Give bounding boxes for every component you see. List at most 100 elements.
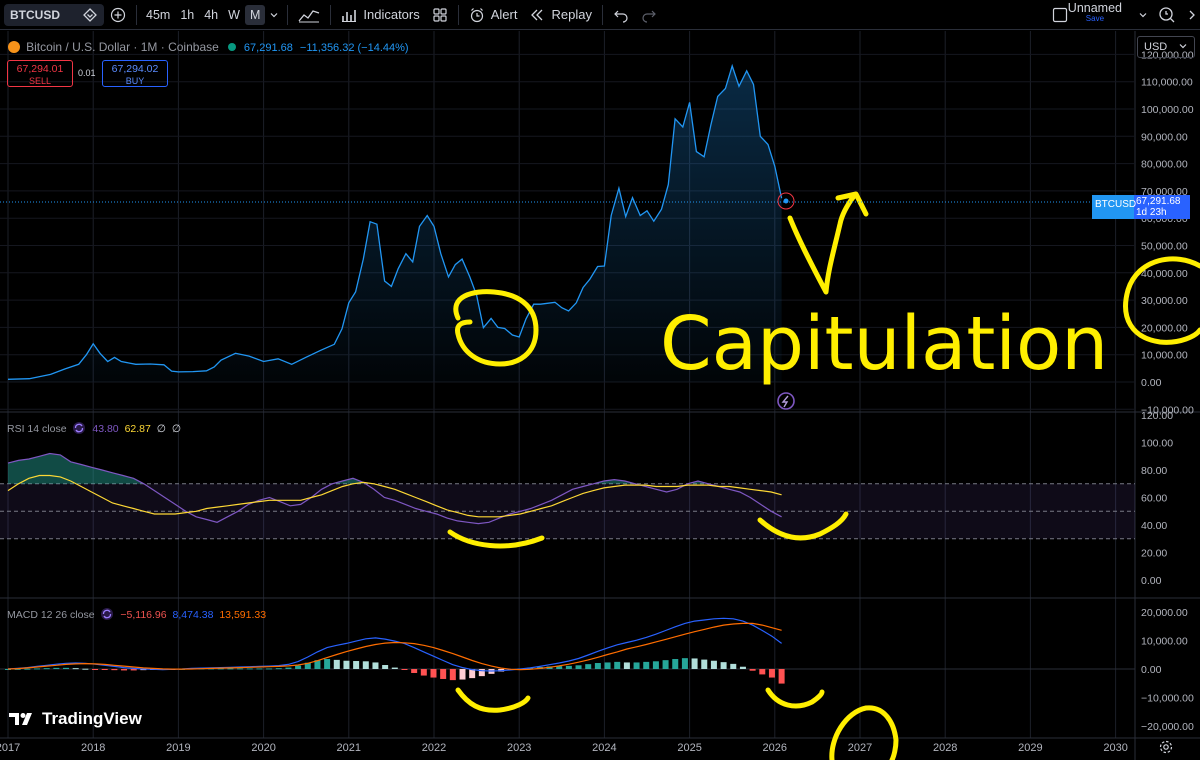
sell-button[interactable]: 67,294.01 SELL (7, 60, 73, 87)
price-axis-label: 100,000.00 (1141, 104, 1194, 116)
rsi-ma-value: 62.87 (124, 423, 151, 435)
chart-type-button[interactable] (292, 0, 326, 30)
macd-histogram-bar (633, 662, 640, 669)
annotation-marks (447, 191, 1200, 760)
macd-histogram-bar (362, 661, 369, 669)
layout-menu-button[interactable] (1132, 0, 1154, 30)
price-axis-label: 90,000.00 (1141, 131, 1188, 143)
tradingview-logo-icon (9, 713, 32, 725)
macd-histogram-bar (720, 662, 727, 669)
replay-label: Replay (551, 7, 592, 22)
rsi-pane[interactable] (0, 452, 1135, 540)
replay-button[interactable]: Replay (523, 0, 597, 30)
macd-histogram-bar (710, 660, 717, 669)
quick-search-button[interactable] (1152, 0, 1182, 30)
time-axis-label: 2017 (0, 742, 20, 754)
compare-button[interactable] (104, 0, 132, 30)
macd-histogram-bar (778, 669, 785, 684)
time-axis-label: 2022 (422, 742, 446, 754)
price-tag-countdown: 1d 23h (1136, 207, 1167, 218)
timeframe-1h[interactable]: 1h (175, 8, 199, 22)
annotation-curve-macd-2 (765, 687, 825, 709)
indicators-button[interactable]: Indicators (335, 0, 425, 30)
symbol-options-icon[interactable] (82, 7, 98, 23)
chevron-down-icon (1179, 44, 1187, 49)
rsi-overbought-fill (8, 453, 782, 484)
more-button[interactable] (1182, 0, 1200, 30)
area-chart-icon (298, 9, 320, 22)
layout-name: Unnamed (1067, 1, 1122, 15)
rsi-axis-label: 60.00 (1141, 493, 1167, 505)
sync-icon[interactable] (100, 607, 114, 621)
symbol-label: BTCUSD (10, 7, 60, 22)
alert-label: Alert (490, 7, 518, 22)
undo-button[interactable] (607, 0, 635, 30)
spread-value: 0.01 (78, 68, 96, 78)
price-axes[interactable]: 2017 2018 2019 2020 2021 2022 2023 2024 2025 2026… (0, 49, 1194, 754)
macd-histogram-bar (227, 668, 234, 670)
layouts-button[interactable] (426, 0, 454, 30)
divider (457, 4, 459, 25)
time-axis-label: 2029 (1018, 742, 1042, 754)
rsi-axis-label: 80.00 (1141, 465, 1167, 477)
grid-icon (433, 7, 447, 22)
symbol-search-button[interactable]: BTCUSD (4, 3, 104, 26)
axis-settings-icon[interactable] (1159, 740, 1173, 754)
macd-histogram-bar (768, 669, 775, 678)
currency-select[interactable]: USD (1137, 36, 1195, 58)
time-axis-label: 2019 (166, 742, 190, 754)
timeframe-4h[interactable]: 4h (199, 8, 223, 22)
top-toolbar: BTCUSD 45m 1h 4h W M Indicators Alert Re… (0, 0, 1200, 30)
timeframe-w[interactable]: W (223, 8, 245, 22)
rsi-value: 43.80 (92, 423, 119, 435)
price-axis-label: 20,000.00 (1141, 322, 1188, 334)
price-tag-price: 67,291.68 (1136, 196, 1181, 207)
macd-histogram-bar (440, 669, 447, 679)
plus-circle-icon (110, 7, 126, 22)
macd-histogram-bar (604, 662, 611, 669)
macd-pane[interactable] (0, 617, 1135, 684)
indicators-label: Indicators (363, 7, 420, 22)
timeframe-45m[interactable]: 45m (141, 8, 175, 22)
price-axis-label: 0.00 (1141, 377, 1162, 389)
currency-label: USD (1144, 41, 1168, 53)
time-axis-label: 2025 (677, 742, 701, 754)
rsi-extra-1: ∅ (156, 423, 166, 435)
tradingview-watermark[interactable]: TradingView (8, 709, 142, 729)
buy-button[interactable]: 67,294.02 BUY (102, 60, 168, 87)
timeframe-m[interactable]: M (244, 4, 266, 25)
main-legend[interactable]: Bitcoin / U.S. Dollar · 1M · Coinbase 67… (8, 40, 409, 54)
macd-legend[interactable]: MACD 12 26 close −5,116.96 8,474.38 13,5… (7, 607, 266, 621)
chart-canvas[interactable]: 2017 2018 2019 2020 2021 2022 2023 2024 2025 2026… (0, 31, 1200, 760)
macd-histogram-bar (382, 665, 389, 669)
rewind-icon (531, 9, 543, 20)
rsi-name: RSI 14 close (7, 423, 67, 435)
layout-name-button[interactable]: Unnamed Save (1068, 2, 1122, 24)
price-axis-label: 50,000.00 (1141, 241, 1188, 253)
sync-icon[interactable] (72, 421, 86, 435)
redo-button[interactable] (635, 0, 663, 30)
macd-histogram-bar (585, 664, 592, 669)
divider (287, 4, 289, 25)
macd-histogram-bar (285, 667, 292, 669)
time-axis-label: 2021 (337, 742, 361, 754)
timeframe-menu-button[interactable] (265, 0, 283, 30)
alarm-clock-icon (470, 7, 483, 22)
macd-histogram-bar (759, 669, 766, 675)
rsi-legend[interactable]: RSI 14 close 43.80 62.87 ∅ ∅ (7, 421, 181, 435)
macd-histogram-bar (324, 659, 331, 669)
macd-signal-value: 13,591.33 (219, 609, 267, 621)
macd-histogram-bar (391, 667, 398, 669)
macd-histogram-bar (430, 669, 437, 678)
search-clock-icon (1159, 6, 1175, 22)
time-axis-label: 2026 (763, 742, 787, 754)
macd-histogram-bar (643, 661, 650, 669)
legend-title: Bitcoin / U.S. Dollar · 1M · Coinbase (26, 40, 219, 54)
macd-hist-value: −5,116.96 (120, 609, 167, 621)
bitcoin-logo-icon (8, 41, 20, 53)
macd-axis-label: −10,000.00 (1141, 693, 1194, 705)
alert-button[interactable]: Alert (463, 0, 524, 30)
save-label[interactable]: Save (1068, 14, 1122, 24)
macd-histogram-bar (92, 669, 99, 670)
flash-icon[interactable] (777, 392, 795, 410)
